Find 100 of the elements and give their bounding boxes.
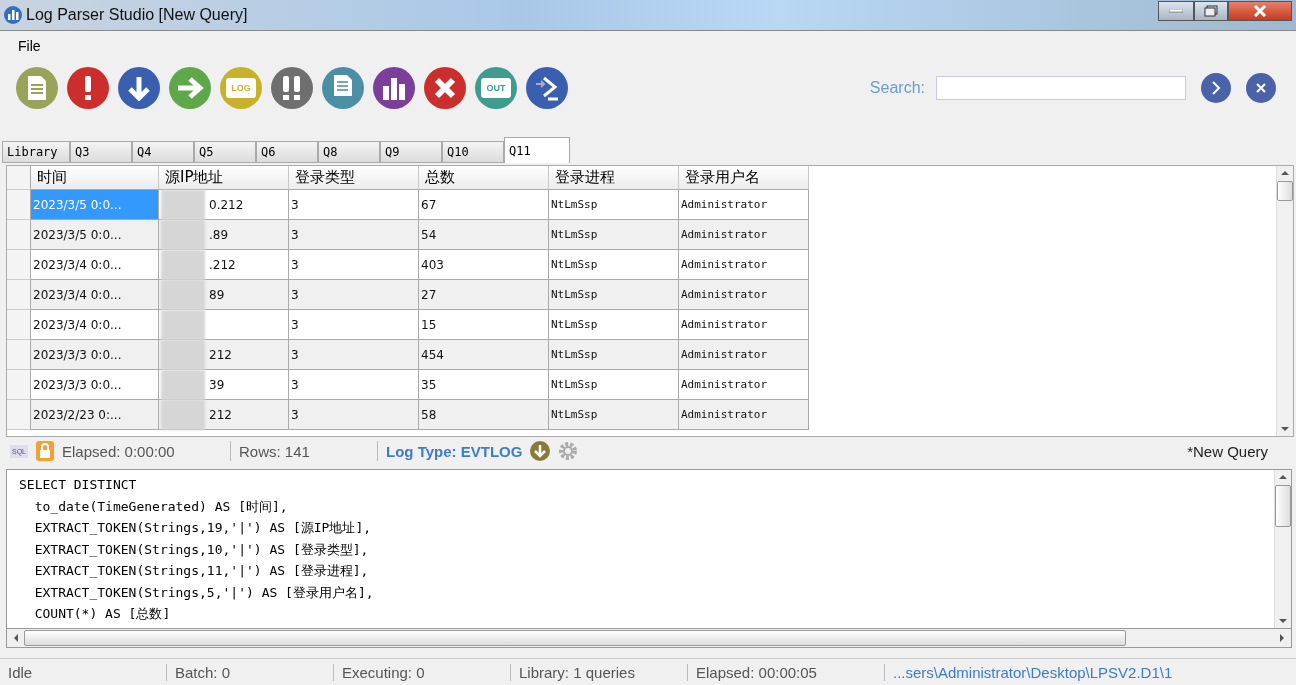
bar-chart-icon[interactable] (373, 67, 415, 109)
close-button[interactable] (1228, 1, 1292, 21)
close-icon (1253, 5, 1267, 17)
cell-text: .89 (209, 227, 229, 242)
window-title: Log Parser Studio [New Query] (26, 6, 249, 24)
table-cell: 3 (289, 220, 419, 250)
status-text: Elapsed: 00:00:05 (688, 663, 885, 681)
tab[interactable]: Q9 (380, 141, 442, 163)
redaction-blur (161, 249, 205, 280)
search-label: Search: (869, 79, 925, 97)
app-logo-icon (4, 6, 22, 24)
chevron-right-icon[interactable] (1201, 73, 1231, 103)
column-header[interactable]: 源IP地址 (159, 166, 289, 190)
scroll-left-icon[interactable] (13, 634, 18, 642)
table-cell: 2023/3/5 0:0... (31, 190, 159, 220)
table-cell: 3 (289, 370, 419, 400)
exclamation-icon[interactable] (67, 67, 109, 109)
tab[interactable]: Library (2, 141, 70, 163)
tab[interactable]: Q8 (318, 141, 380, 163)
table-cell: 67 (419, 190, 549, 220)
table-cell: NtLmSsp (549, 400, 679, 430)
vertical-scrollbar[interactable] (1274, 470, 1291, 628)
minimize-button[interactable] (1158, 1, 1194, 21)
table-cell: Administrator (679, 310, 809, 340)
terminal-icon[interactable] (526, 67, 568, 109)
menu-item[interactable]: File (18, 38, 41, 54)
row-header[interactable] (7, 310, 31, 340)
status-text: Library: 1 queries (511, 663, 688, 681)
table-cell: Administrator (679, 400, 809, 430)
query-name: *New Query (1187, 442, 1268, 460)
cell-text: 212 (209, 347, 232, 362)
row-header[interactable] (7, 340, 31, 370)
redaction-blur (161, 219, 205, 250)
search-field[interactable] (936, 76, 1186, 100)
redaction-blur (161, 309, 205, 340)
double-exclamation-icon[interactable] (271, 67, 313, 109)
redaction-blur (161, 369, 205, 400)
table-cell: 3 (289, 340, 419, 370)
table-cell: NtLmSsp (549, 190, 679, 220)
vertical-scrollbar[interactable] (1276, 166, 1293, 436)
log-type-label[interactable]: Log Type: EVTLOG (386, 442, 523, 460)
table-cell: 3 (289, 250, 419, 280)
table-cell: 3 (289, 310, 419, 340)
column-header[interactable]: 登录用户名 (679, 166, 809, 190)
horizontal-scrollbar[interactable] (6, 628, 1292, 648)
cell-text: 0.212 (209, 197, 244, 212)
document-icon[interactable] (322, 67, 364, 109)
document-icon[interactable] (16, 67, 58, 109)
row-header[interactable] (7, 190, 31, 220)
tab[interactable]: Q11 (504, 137, 570, 163)
status-text: Executing: 0 (334, 663, 511, 681)
row-header[interactable] (7, 280, 31, 310)
redaction-blur (161, 279, 205, 310)
table-cell: 27 (419, 280, 549, 310)
settings-icon[interactable] (558, 441, 579, 461)
tab[interactable]: Q4 (132, 141, 194, 163)
arrow-down-icon[interactable] (530, 441, 551, 461)
row-header[interactable] (7, 370, 31, 400)
table-cell: 2023/3/3 0:0... (31, 370, 159, 400)
table-cell: 2023/2/23 0:... (31, 400, 159, 430)
scrollbar-thumb[interactable] (1275, 485, 1291, 527)
scroll-right-icon[interactable] (1280, 634, 1285, 642)
scrollbar-thumb[interactable] (1277, 181, 1293, 201)
close-icon[interactable] (1246, 73, 1276, 103)
tab[interactable]: Q5 (194, 141, 256, 163)
arrow-right-icon[interactable] (169, 67, 211, 109)
close-icon[interactable] (424, 67, 466, 109)
row-header[interactable] (7, 220, 31, 250)
scroll-up-icon[interactable] (1281, 170, 1289, 175)
column-header[interactable]: 时间 (31, 166, 159, 190)
restore-icon (1204, 5, 1218, 17)
file-path: ...sers\Administrator\Desktop\LPSV2.D1\1 (892, 663, 1174, 681)
table-cell: 54 (419, 220, 549, 250)
arrow-down-icon[interactable] (118, 67, 160, 109)
scroll-down-icon[interactable] (1281, 427, 1289, 432)
table-cell: 2023/3/4 0:0... (31, 310, 159, 340)
elapsed-text: Elapsed: 0:00:00 (62, 442, 176, 460)
lock-icon (36, 441, 54, 461)
restore-button[interactable] (1194, 1, 1228, 21)
tab[interactable]: Q6 (256, 141, 318, 163)
column-header[interactable]: 总数 (419, 166, 549, 190)
cell-text: 39 (209, 377, 225, 392)
table-cell: 3 (289, 190, 419, 220)
scroll-down-icon[interactable] (1279, 619, 1287, 624)
minimize-icon (1169, 9, 1183, 13)
column-header[interactable]: 登录进程 (549, 166, 679, 190)
table-cell: NtLmSsp (549, 220, 679, 250)
scrollbar-thumb[interactable] (24, 630, 1126, 646)
scroll-up-icon[interactable] (1279, 474, 1287, 479)
table-cell: 3 (289, 400, 419, 430)
row-header[interactable] (7, 400, 31, 430)
table-cell: 2023/3/4 0:0... (31, 250, 159, 280)
column-header[interactable]: 登录类型 (289, 166, 419, 190)
tab[interactable]: Q3 (70, 141, 132, 163)
tab[interactable]: Q10 (442, 141, 504, 163)
rows-count: Rows: 141 (239, 442, 311, 460)
table-cell: Administrator (679, 280, 809, 310)
cell-text: 89 (209, 287, 225, 302)
row-header[interactable] (7, 250, 31, 280)
status-text: Batch: 0 (167, 663, 334, 681)
